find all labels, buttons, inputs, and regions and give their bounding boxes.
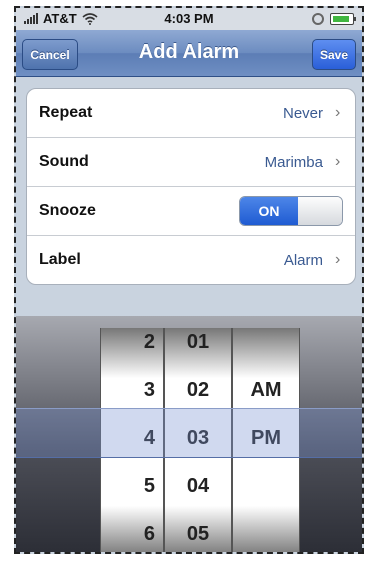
status-bar: AT&T 4:03 PM xyxy=(16,8,362,30)
alarm-status-icon xyxy=(312,13,324,25)
label-value: Alarm xyxy=(283,251,323,269)
row-snooze: Snooze ON xyxy=(27,187,355,236)
minute-option[interactable]: 02 xyxy=(165,366,231,414)
row-repeat[interactable]: Repeat Never › xyxy=(27,89,355,138)
snooze-toggle-on-label: ON xyxy=(240,197,298,225)
chevron-right-icon: › xyxy=(335,251,341,268)
save-button[interactable]: Save xyxy=(312,39,356,70)
minute-option[interactable]: 04 xyxy=(165,462,231,510)
repeat-value: Never xyxy=(282,104,323,122)
am-option[interactable]: AM xyxy=(233,366,299,414)
hour-option[interactable]: 3 xyxy=(101,366,163,414)
minute-option[interactable]: 01 xyxy=(165,328,231,366)
repeat-label: Repeat xyxy=(39,104,93,121)
sound-value: Marimba xyxy=(264,153,323,171)
phone-frame: AT&T 4:03 PM Cancel Add Alarm Save Repea… xyxy=(14,6,364,554)
hour-option[interactable]: 2 xyxy=(101,328,163,366)
label-label: Label xyxy=(39,251,81,268)
row-sound[interactable]: Sound Marimba › xyxy=(27,138,355,187)
sound-label: Sound xyxy=(39,153,89,170)
status-time: 4:03 PM xyxy=(164,11,214,26)
picker-selection-bar xyxy=(16,408,362,458)
chevron-right-icon: › xyxy=(335,104,341,121)
battery-icon xyxy=(330,13,356,25)
snooze-label: Snooze xyxy=(39,202,96,219)
hour-option[interactable]: 6 xyxy=(101,510,163,552)
alarm-settings-table: Repeat Never › Sound Marimba › Snooze ON… xyxy=(26,88,356,285)
page-title: Add Alarm xyxy=(138,41,240,63)
hour-option[interactable]: 5 xyxy=(101,462,163,510)
status-right xyxy=(312,13,356,25)
minute-option[interactable]: 05 xyxy=(165,510,231,552)
snooze-toggle[interactable]: ON xyxy=(239,196,343,226)
row-label[interactable]: Label Alarm › xyxy=(27,236,355,284)
toggle-knob xyxy=(298,197,342,225)
navigation-bar: Cancel Add Alarm Save xyxy=(16,30,362,77)
chevron-right-icon: › xyxy=(335,153,341,170)
